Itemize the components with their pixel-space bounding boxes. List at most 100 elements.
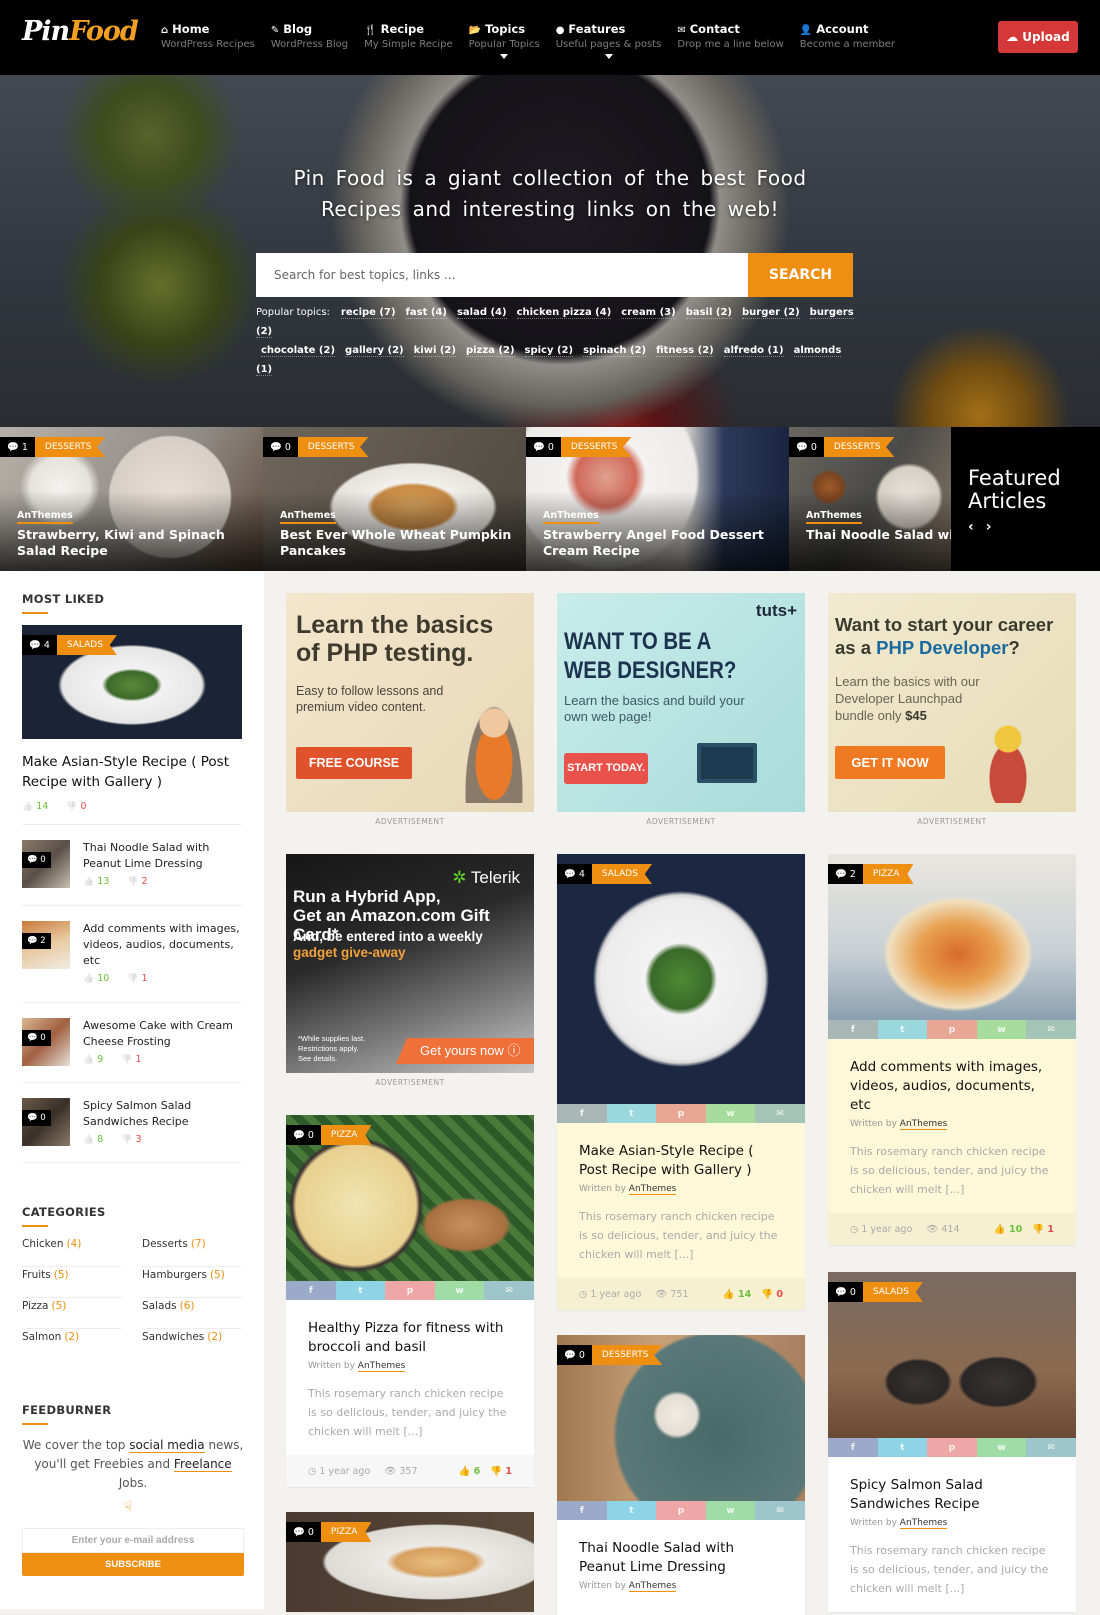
- post-card[interactable]: 💬 4 SALADS f t p w ✉ Make Asian-Style Recipe (…: [557, 854, 805, 1310]
- list-item[interactable]: 💬 0 Thai Noodle Salad with Peanut Lime D…: [22, 840, 242, 900]
- email-icon[interactable]: ✉: [484, 1281, 534, 1300]
- whatsapp-icon[interactable]: w: [705, 1501, 756, 1520]
- ad-php-developer[interactable]: Want to start your career as a PHP Develo…: [828, 593, 1076, 812]
- prev-arrow-icon[interactable]: ‹: [968, 519, 974, 535]
- facebook-icon[interactable]: f: [557, 1104, 607, 1123]
- whatsapp-icon[interactable]: w: [705, 1104, 756, 1123]
- nav-contact[interactable]: ✉ Contact Drop me a line below: [677, 22, 783, 50]
- topic-tag[interactable]: fast (4): [405, 307, 447, 319]
- featured-author[interactable]: AnThemes: [806, 510, 862, 524]
- featured-author[interactable]: AnThemes: [17, 510, 73, 524]
- list-item[interactable]: 💬 0 Awesome Cake with Cream Cheese Frost…: [22, 1018, 242, 1078]
- search-button[interactable]: SEARCH: [748, 253, 853, 297]
- dislike-count[interactable]: 0: [66, 797, 87, 817]
- facebook-icon[interactable]: f: [557, 1501, 607, 1520]
- dislike-count[interactable]: 3: [121, 1134, 141, 1145]
- topic-tag[interactable]: gallery (2): [345, 345, 404, 357]
- nav-features[interactable]: ● Features Useful pages & posts: [556, 22, 661, 59]
- list-item[interactable]: 💬 0 Spicy Salmon Salad Sandwiches Recipe…: [22, 1098, 242, 1158]
- list-item[interactable]: 💬 2 Add comments with images, videos, au…: [22, 921, 243, 984]
- category-tag[interactable]: PIZZA: [862, 864, 914, 884]
- pinterest-icon[interactable]: p: [656, 1501, 706, 1520]
- author-link[interactable]: AnThemes: [357, 1361, 406, 1372]
- like-count[interactable]: 9: [83, 1054, 103, 1065]
- like-count[interactable]: 14: [22, 797, 48, 817]
- featured-card[interactable]: 💬 0 DESSERTS AnThemes Strawberry Angel Foo…: [526, 427, 789, 571]
- author-link[interactable]: AnThemes: [899, 1119, 948, 1130]
- pinterest-icon[interactable]: p: [927, 1020, 977, 1039]
- post-title[interactable]: Make Asian-Style Recipe ( Post Recipe wi…: [579, 1142, 783, 1180]
- topic-tag[interactable]: kiwi (2): [413, 345, 456, 357]
- start-today-button[interactable]: START TODAY.: [564, 753, 648, 784]
- email-icon[interactable]: ✉: [755, 1104, 805, 1123]
- featured-title[interactable]: Strawberry, Kiwi and Spinach Salad Recip…: [17, 527, 257, 559]
- post-title[interactable]: Add comments with images, videos, audios…: [83, 921, 243, 969]
- like-count[interactable]: 👍 14: [723, 1289, 751, 1300]
- topic-tag[interactable]: recipe (7): [340, 307, 396, 319]
- whatsapp-icon[interactable]: w: [976, 1020, 1027, 1039]
- category-link[interactable]: Chicken (4): [22, 1236, 122, 1267]
- nav-blog[interactable]: ✎ Blog WordPress Blog: [271, 22, 348, 50]
- upload-button[interactable]: ☁ Upload: [998, 21, 1078, 53]
- featured-title[interactable]: Thai Noodle Salad with Peanut Lime Dress…: [806, 527, 951, 543]
- like-count[interactable]: 👍 10: [994, 1224, 1022, 1235]
- category-tag[interactable]: DESSERTS: [34, 437, 106, 457]
- category-tag[interactable]: DESSERTS: [591, 1345, 663, 1365]
- post-title[interactable]: Spicy Salmon Salad Sandwiches Recipe: [850, 1476, 1054, 1514]
- twitter-icon[interactable]: t: [877, 1438, 928, 1457]
- twitter-icon[interactable]: t: [335, 1281, 386, 1300]
- nav-home[interactable]: ⌂ Home WordPress Recipes: [161, 22, 255, 50]
- category-tag[interactable]: DESSERTS: [560, 437, 632, 457]
- post-title[interactable]: Awesome Cake with Cream Cheese Frosting: [83, 1018, 243, 1050]
- social-media-link[interactable]: social media: [129, 1438, 205, 1453]
- featured-title[interactable]: Best Ever Whole Wheat Pumpkin Pancakes: [280, 527, 520, 559]
- topic-tag[interactable]: fitness (2): [656, 345, 714, 357]
- email-icon[interactable]: ✉: [1026, 1020, 1076, 1039]
- facebook-icon[interactable]: f: [286, 1281, 336, 1300]
- topic-tag[interactable]: spicy (2): [524, 345, 574, 357]
- category-tag[interactable]: PIZZA: [320, 1522, 372, 1542]
- author-link[interactable]: AnThemes: [899, 1518, 948, 1529]
- topic-tag[interactable]: chocolate (2): [261, 345, 336, 357]
- category-link[interactable]: Sandwiches (2): [142, 1329, 242, 1360]
- featured-card[interactable]: 💬0DESSERTS AnThemes Thai Noodle Salad wi…: [789, 427, 951, 571]
- email-field[interactable]: Enter your e-mail address: [22, 1528, 244, 1553]
- category-link[interactable]: Fruits (5): [22, 1267, 122, 1298]
- dislike-count[interactable]: 👎 1: [1032, 1224, 1054, 1235]
- pinterest-icon[interactable]: p: [656, 1104, 706, 1123]
- facebook-icon[interactable]: f: [828, 1020, 878, 1039]
- topic-tag[interactable]: salad (4): [456, 307, 507, 319]
- freelance-link[interactable]: Freelance: [173, 1457, 232, 1472]
- like-count[interactable]: 👍 6: [458, 1466, 480, 1477]
- category-link[interactable]: Hamburgers (5): [142, 1267, 242, 1298]
- topic-tag[interactable]: basil (2): [685, 307, 732, 319]
- post-title[interactable]: Thai Noodle Salad with Peanut Lime Dress…: [579, 1539, 783, 1577]
- like-count[interactable]: 8: [83, 1134, 103, 1145]
- dislike-count[interactable]: 👎 0: [761, 1289, 783, 1300]
- like-count[interactable]: 13: [83, 876, 109, 887]
- featured-title[interactable]: Strawberry Angel Food Dessert Cream Reci…: [543, 527, 783, 559]
- twitter-icon[interactable]: t: [606, 1501, 657, 1520]
- post-title[interactable]: Thai Noodle Salad with Peanut Lime Dress…: [83, 840, 243, 872]
- ad-telerik[interactable]: ✲ Telerik Run a Hybrid App, Get an Amazon…: [286, 854, 534, 1073]
- pinterest-icon[interactable]: p: [927, 1438, 977, 1457]
- category-tag[interactable]: SALADS: [862, 1282, 923, 1302]
- post-title[interactable]: Healthy Pizza for fitness with broccoli …: [308, 1319, 512, 1357]
- dislike-count[interactable]: 2: [127, 876, 148, 887]
- topic-tag[interactable]: burger (2): [741, 307, 800, 319]
- topic-tag[interactable]: chicken pizza (4): [516, 307, 612, 319]
- category-tag[interactable]: DESSERTS: [297, 437, 369, 457]
- post-title[interactable]: Make Asian-Style Recipe ( Post Recipe wi…: [22, 752, 242, 792]
- ad-web-designer[interactable]: tuts+ WANT TO BE A WEB DESIGNER? Learn th…: [557, 593, 805, 812]
- twitter-icon[interactable]: t: [606, 1104, 657, 1123]
- get-yours-now-button[interactable]: Get yours now ⓘ: [396, 1038, 534, 1064]
- facebook-icon[interactable]: f: [828, 1438, 878, 1457]
- most-liked-image[interactable]: 💬 4 SALADS: [22, 625, 242, 739]
- next-arrow-icon[interactable]: ›: [986, 519, 992, 535]
- category-link[interactable]: Pizza (5): [22, 1298, 122, 1329]
- post-card[interactable]: 💬 0 SALADS f t p w ✉ Spicy Salmon Salad Sandwi…: [828, 1272, 1076, 1612]
- featured-card[interactable]: 💬 0 DESSERTS AnThemes Best Ever Whole Whea…: [263, 427, 526, 571]
- post-card[interactable]: 💬 0 DESSERTS f t p w ✉ Thai Noodle Salad with …: [557, 1335, 805, 1615]
- dislike-count[interactable]: 1: [127, 973, 148, 984]
- free-course-button[interactable]: FREE COURSE: [296, 747, 412, 779]
